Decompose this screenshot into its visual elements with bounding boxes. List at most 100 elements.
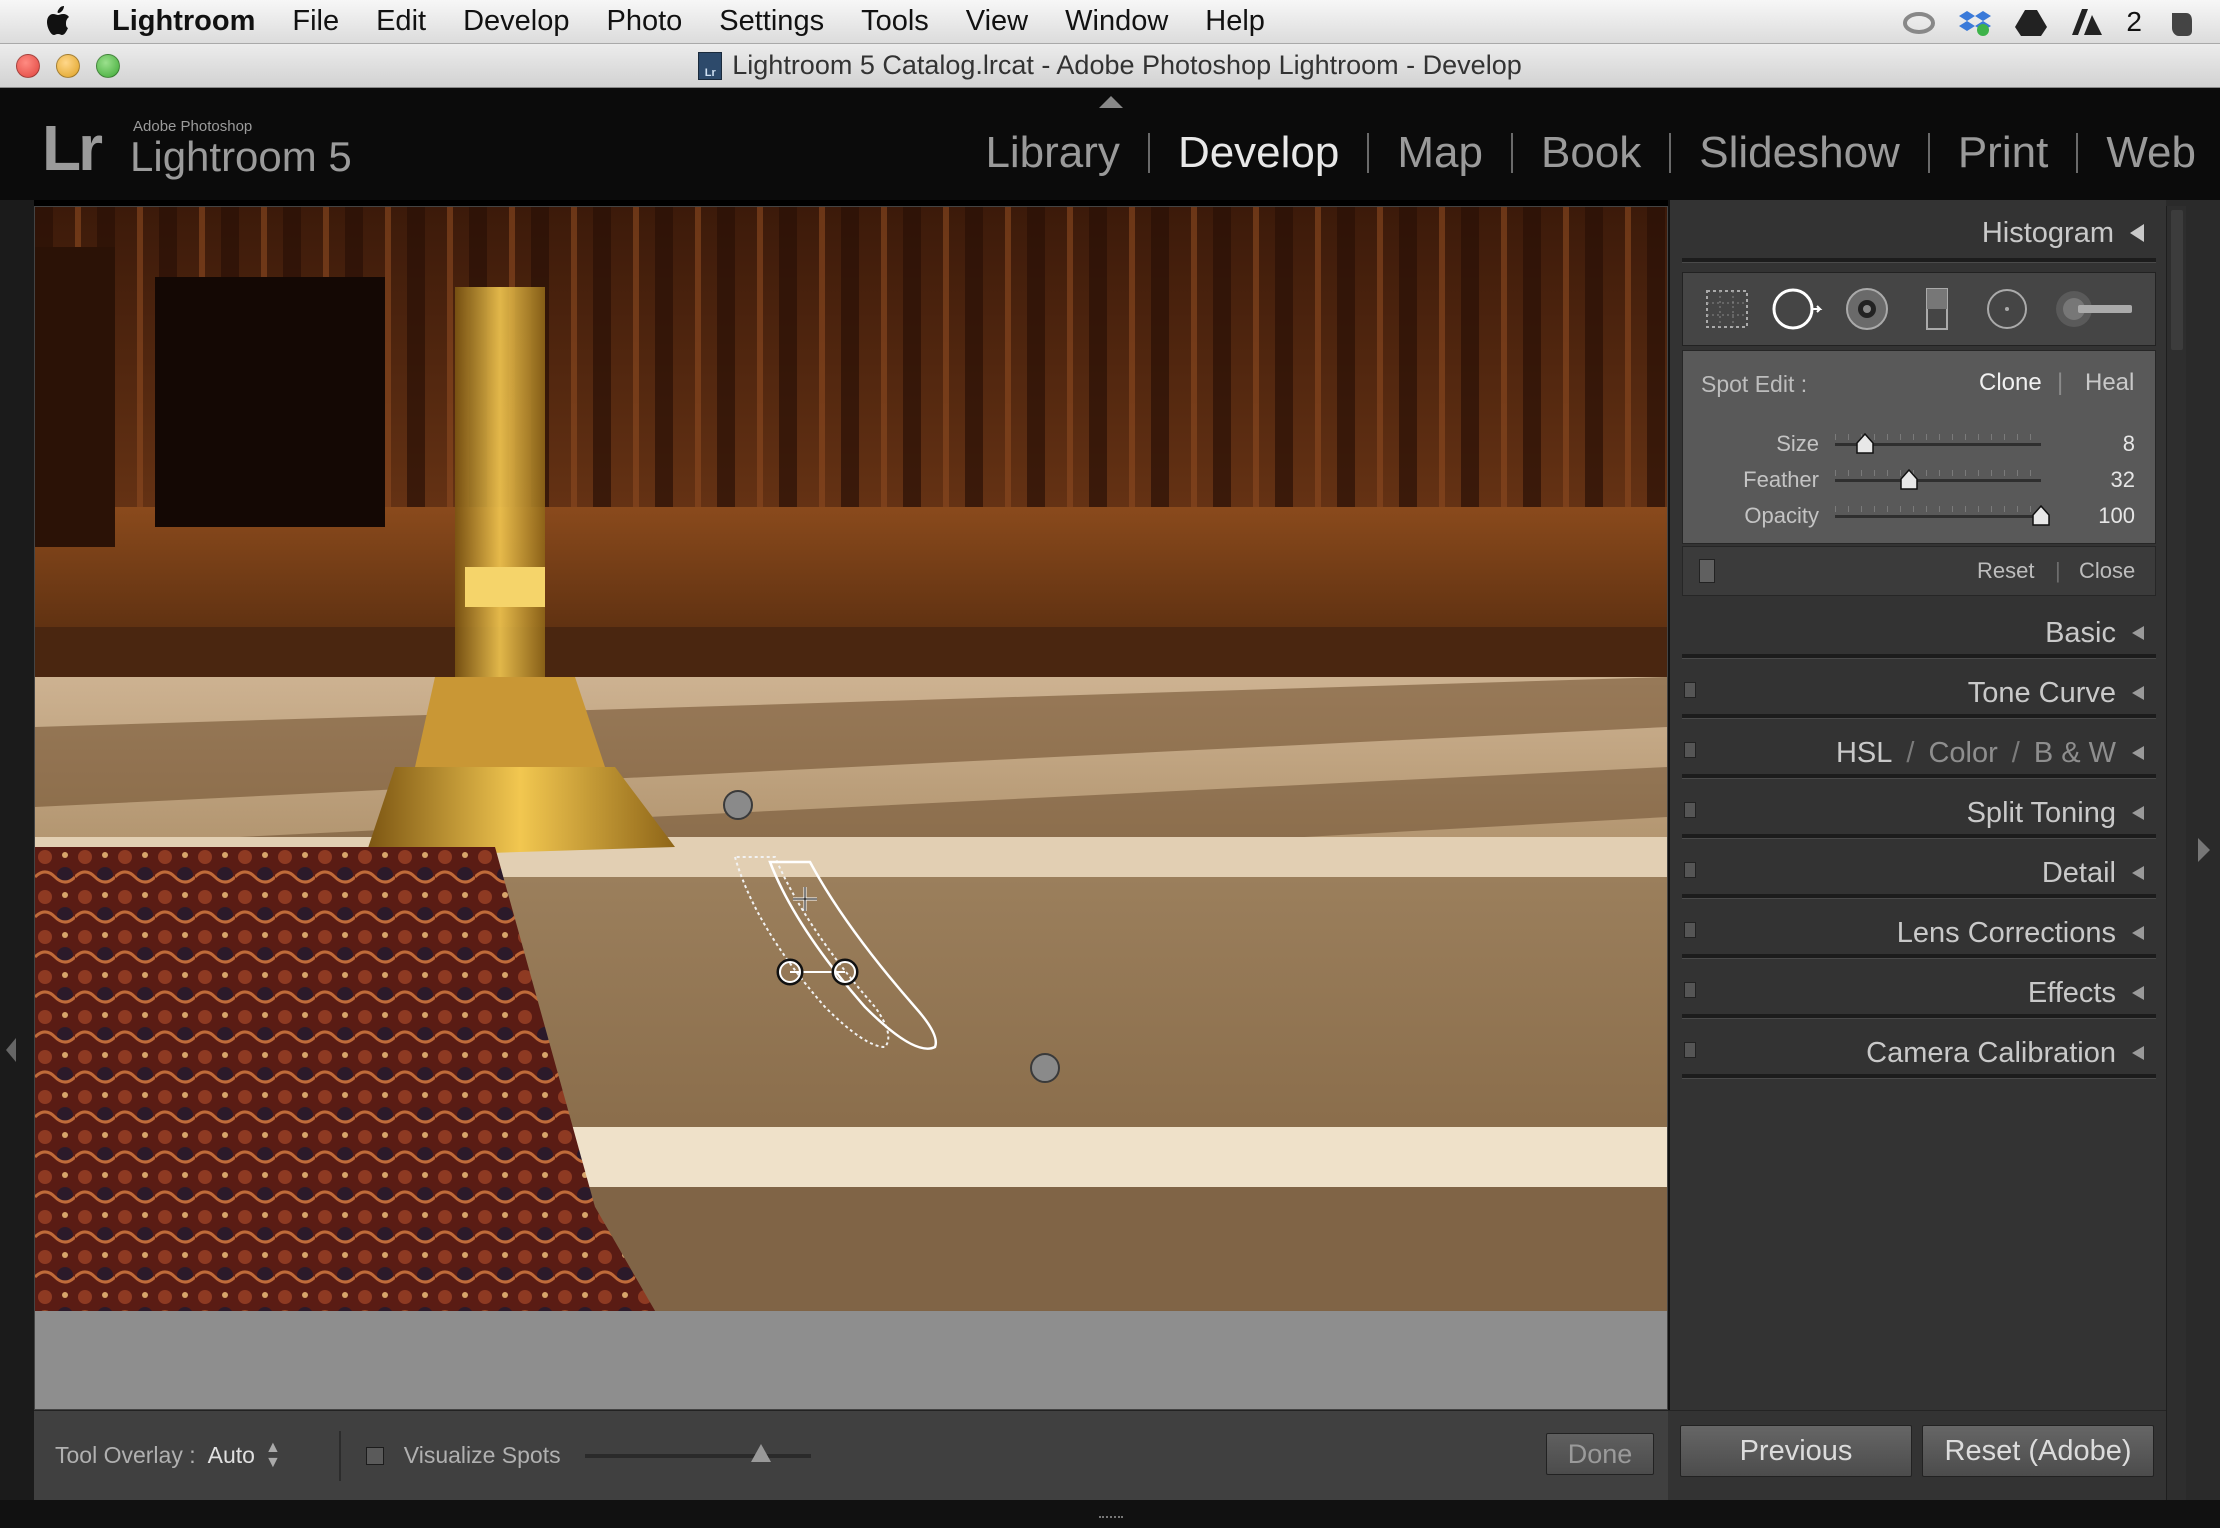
effects-label: Effects bbox=[2027, 976, 2116, 1009]
camera-calibration-label: Camera Calibration bbox=[1866, 1036, 2116, 1069]
menu-photo[interactable]: Photo bbox=[606, 5, 682, 38]
select-stepper-icon[interactable]: ▲ ▼ bbox=[265, 1440, 281, 1470]
expand-panel-icon[interactable] bbox=[2132, 806, 2144, 820]
menu-develop[interactable]: Develop bbox=[463, 5, 569, 38]
close-window-button[interactable] bbox=[16, 54, 40, 78]
google-drive-icon[interactable] bbox=[2014, 7, 2048, 37]
creative-cloud-icon[interactable] bbox=[1902, 7, 1936, 37]
slider-ticks bbox=[1835, 470, 2041, 476]
clone-mode-button[interactable]: Clone bbox=[1979, 369, 2042, 397]
expand-panel-icon[interactable] bbox=[2132, 986, 2144, 1000]
expand-panel-icon[interactable] bbox=[2132, 626, 2144, 640]
menu-view[interactable]: View bbox=[966, 5, 1028, 38]
menu-help[interactable]: Help bbox=[1205, 5, 1265, 38]
menu-settings[interactable]: Settings bbox=[719, 5, 824, 38]
radial-filter-tool-icon[interactable] bbox=[1981, 283, 2033, 335]
expand-filmstrip-icon[interactable] bbox=[1099, 1508, 1123, 1518]
opacity-slider-thumb[interactable] bbox=[2031, 505, 2051, 527]
panel-enable-switch[interactable] bbox=[1684, 1042, 1696, 1058]
hsl-label[interactable]: HSL bbox=[1836, 737, 1892, 770]
reset-button[interactable]: Reset bbox=[1977, 558, 2034, 584]
left-panel-collapsed[interactable] bbox=[0, 200, 34, 1528]
panel-divider bbox=[1682, 714, 2156, 719]
visualize-spots-checkbox[interactable] bbox=[365, 1446, 384, 1465]
heal-mode-button[interactable]: Heal bbox=[2085, 369, 2134, 397]
opacity-slider-row: Opacity 100 bbox=[1683, 501, 2157, 531]
module-web[interactable]: Web bbox=[2078, 128, 2196, 178]
image-canvas[interactable] bbox=[34, 206, 1668, 1410]
menu-tools[interactable]: Tools bbox=[861, 5, 929, 38]
feather-value[interactable]: 32 bbox=[2111, 467, 2135, 493]
expand-panel-icon[interactable] bbox=[2132, 746, 2144, 760]
module-book[interactable]: Book bbox=[1513, 128, 1669, 178]
expand-panel-icon[interactable] bbox=[2132, 866, 2144, 880]
previous-button[interactable]: Previous bbox=[1680, 1425, 1912, 1477]
window-title-bar: Lr Lightroom 5 Catalog.lrcat - Adobe Pho… bbox=[0, 44, 2220, 88]
crop-overlay-tool-icon[interactable] bbox=[1701, 283, 1753, 335]
spot-edit-panel: Spot Edit : Clone | Heal Size 8 Feather … bbox=[1682, 350, 2156, 544]
dropbox-icon[interactable] bbox=[1958, 7, 1992, 37]
panel-enable-switch[interactable] bbox=[1684, 742, 1696, 758]
panel-divider bbox=[1682, 834, 2156, 839]
opacity-value[interactable]: 100 bbox=[2098, 503, 2135, 529]
identity-name: Lightroom 5 bbox=[130, 133, 352, 180]
window-controls bbox=[16, 54, 120, 78]
bw-label[interactable]: B & W bbox=[2034, 737, 2116, 770]
zoom-window-button[interactable] bbox=[96, 54, 120, 78]
adjustment-brush-tool-icon[interactable] bbox=[2051, 283, 2137, 335]
visualize-threshold-slider[interactable] bbox=[584, 1443, 811, 1462]
feather-slider[interactable] bbox=[1835, 479, 2041, 482]
evernote-icon[interactable] bbox=[2164, 7, 2198, 37]
module-print[interactable]: Print bbox=[1930, 128, 2076, 178]
right-panel-scrollbar[interactable] bbox=[2166, 206, 2186, 1500]
expand-panel-icon[interactable] bbox=[2132, 1046, 2144, 1060]
module-slideshow[interactable]: Slideshow bbox=[1671, 128, 1928, 178]
module-library[interactable]: Library bbox=[957, 128, 1148, 178]
collapse-top-panel-icon[interactable] bbox=[1099, 96, 1123, 108]
graduated-filter-tool-icon[interactable] bbox=[1911, 283, 1963, 335]
scrollbar-thumb[interactable] bbox=[2171, 210, 2183, 350]
module-map[interactable]: Map bbox=[1369, 128, 1511, 178]
menu-file[interactable]: File bbox=[292, 5, 339, 38]
done-button[interactable]: Done bbox=[1546, 1433, 1654, 1475]
panel-enable-switch[interactable] bbox=[1684, 922, 1696, 938]
color-label[interactable]: Color bbox=[1928, 737, 1997, 770]
panel-enable-switch[interactable] bbox=[1684, 982, 1696, 998]
menu-window[interactable]: Window bbox=[1065, 5, 1168, 38]
adobe-application-manager-icon[interactable] bbox=[2070, 7, 2104, 37]
red-eye-tool-icon[interactable] bbox=[1841, 283, 1893, 335]
spot-removal-tool-icon[interactable] bbox=[1771, 283, 1823, 335]
expand-panel-icon[interactable] bbox=[2132, 926, 2144, 940]
collapse-right-panel-icon[interactable] bbox=[2198, 838, 2210, 862]
panel-enable-switch[interactable] bbox=[1684, 802, 1696, 818]
collapse-histogram-icon[interactable] bbox=[2130, 224, 2144, 242]
expand-panel-icon[interactable] bbox=[2132, 686, 2144, 700]
minimize-window-button[interactable] bbox=[56, 54, 80, 78]
module-develop[interactable]: Develop bbox=[1150, 128, 1367, 178]
reset-adobe-button[interactable]: Reset (Adobe) bbox=[1922, 1425, 2154, 1477]
menu-edit[interactable]: Edit bbox=[376, 5, 426, 38]
split-toning-label: Split Toning bbox=[1966, 796, 2116, 829]
panel-enable-switch[interactable] bbox=[1684, 862, 1696, 878]
panel-divider bbox=[1682, 1014, 2156, 1019]
panel-enable-switch[interactable] bbox=[1699, 559, 1715, 583]
opacity-label: Opacity bbox=[1744, 503, 1819, 528]
histogram-panel-header[interactable]: Histogram bbox=[1670, 204, 2168, 262]
size-value[interactable]: 8 bbox=[2123, 431, 2135, 457]
apple-menu-icon[interactable] bbox=[40, 5, 78, 39]
reset-separator: | bbox=[2055, 558, 2061, 583]
photo-preview[interactable] bbox=[35, 207, 1667, 1311]
opacity-slider[interactable] bbox=[1835, 515, 2041, 518]
size-label: Size bbox=[1776, 431, 1819, 456]
menu-app[interactable]: Lightroom bbox=[112, 5, 255, 38]
hsl-separator: / bbox=[2011, 736, 2020, 769]
tool-overlay-select[interactable]: Auto bbox=[208, 1442, 255, 1469]
size-slider-thumb[interactable] bbox=[1855, 433, 1875, 455]
close-button[interactable]: Close bbox=[2079, 558, 2135, 584]
feather-slider-thumb[interactable] bbox=[1899, 469, 1919, 491]
filmstrip-collapsed[interactable] bbox=[0, 1500, 2220, 1528]
visualize-threshold-thumb[interactable] bbox=[750, 1443, 771, 1462]
tone-curve-label: Tone Curve bbox=[1967, 676, 2116, 709]
panel-enable-switch[interactable] bbox=[1684, 682, 1696, 698]
expand-left-panel-icon[interactable] bbox=[6, 1038, 16, 1062]
